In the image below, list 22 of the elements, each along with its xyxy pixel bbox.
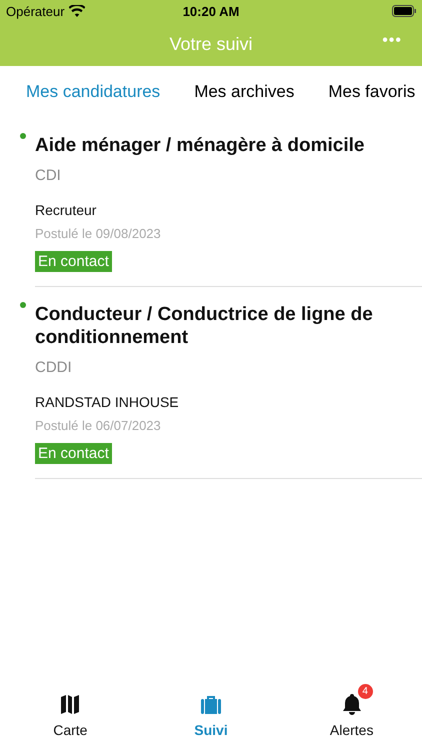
tab-bar-item[interactable]: Carte xyxy=(0,684,141,746)
recruiter-name: RANDSTAD INHOUSE xyxy=(35,394,180,410)
job-title[interactable]: Conducteur / Conductrice de ligne de conditionnement xyxy=(35,303,412,349)
carrier-label: Opérateur xyxy=(6,4,65,18)
tab[interactable]: Mes archives xyxy=(188,78,300,106)
applied-date: Postulé le 06/07/2023 xyxy=(35,418,162,433)
tab-bar-item[interactable]: Suivi xyxy=(140,684,282,746)
contract-type: CDDI xyxy=(35,359,73,376)
tab[interactable]: Mes candidatures xyxy=(20,78,166,106)
contract-type: CDI xyxy=(35,167,62,184)
status-badge: En contact xyxy=(35,251,112,272)
tab[interactable]: Mes favoris xyxy=(322,78,422,106)
clock: 10:20 AM xyxy=(182,4,240,18)
wifi-icon xyxy=(68,5,85,17)
status-badge: En contact xyxy=(35,443,112,464)
screen-title: Votre suivi xyxy=(169,34,253,54)
tab-bar-item[interactable]: 4 Alertes xyxy=(281,684,422,746)
applied-date: Postulé le 09/08/2023 xyxy=(35,226,162,241)
recruiter-name: Recruteur xyxy=(35,202,98,218)
notification-badge: 4 xyxy=(358,684,373,699)
job-title[interactable]: Aide ménager / ménagère à domicile xyxy=(35,134,412,157)
battery-icon xyxy=(392,5,416,17)
